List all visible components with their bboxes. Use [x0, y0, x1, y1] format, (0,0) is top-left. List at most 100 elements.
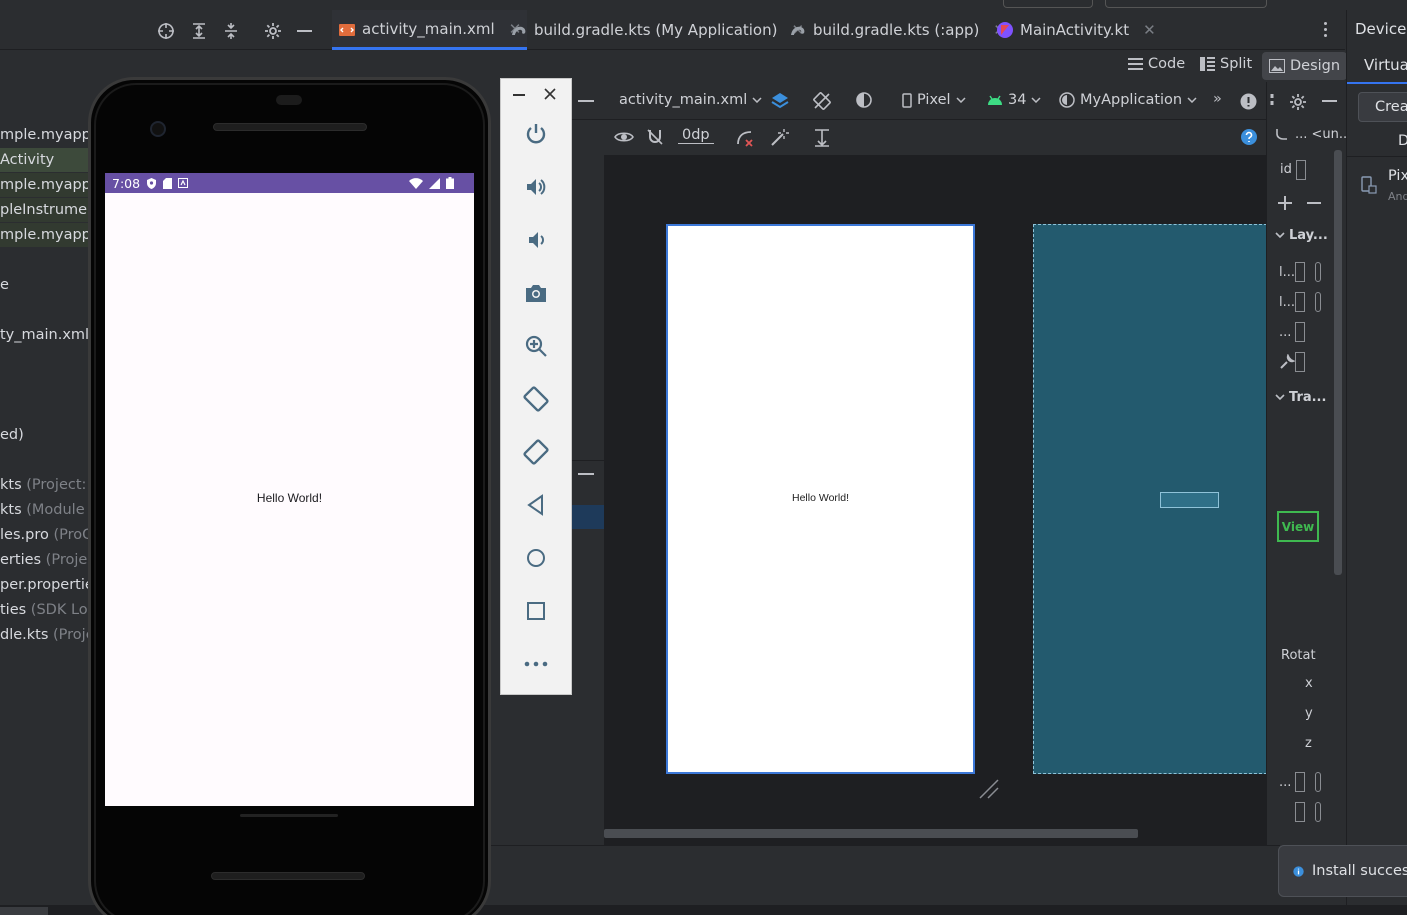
view-preview-badge[interactable]: View	[1277, 511, 1319, 542]
horizontal-scrollbar[interactable]	[604, 829, 1138, 838]
hello-world-text[interactable]: Hello World!	[105, 491, 474, 505]
attribute-field[interactable]	[1295, 262, 1305, 282]
gear-icon[interactable]	[1288, 92, 1308, 112]
id-field[interactable]	[1296, 160, 1306, 180]
rotate-right-button[interactable]	[515, 431, 557, 473]
device-dropdown-pixel[interactable]: Pixel	[902, 92, 966, 108]
project-tree-item[interactable]: kts (Project: M	[0, 473, 95, 497]
split-view-button[interactable]: Split	[1200, 56, 1252, 72]
code-view-button[interactable]: Code	[1128, 56, 1185, 72]
night-mode-icon[interactable]	[855, 91, 875, 111]
remove-attribute-icon[interactable]	[1307, 202, 1321, 204]
default-margin-dropdown[interactable]: 0dp	[678, 127, 714, 144]
emulator-minimize-icon[interactable]	[513, 94, 525, 96]
minimize-icon[interactable]	[578, 100, 594, 102]
magic-wand-icon[interactable]	[769, 128, 789, 148]
attribute-field[interactable]	[1295, 802, 1305, 822]
bottom-panel	[490, 845, 1280, 905]
project-tree-item[interactable]: ed)	[0, 423, 95, 447]
zoom-button[interactable]	[515, 325, 557, 367]
phone-time: 7:08	[112, 175, 141, 191]
layers-icon[interactable]	[770, 91, 790, 111]
create-device-button[interactable]: Creat	[1358, 92, 1407, 122]
collapse-all-icon[interactable]	[222, 22, 240, 40]
project-tree-item[interactable]: erties (Project	[0, 548, 95, 572]
attribute-toggle[interactable]	[1315, 802, 1321, 822]
transforms-section-header[interactable]: Tra...	[1275, 390, 1326, 405]
phone-icon	[902, 92, 912, 108]
attribute-toggle[interactable]	[1315, 292, 1321, 312]
help-icon[interactable]	[1240, 128, 1258, 146]
minimize-icon[interactable]	[578, 473, 594, 475]
locate-icon[interactable]	[157, 22, 175, 40]
close-icon[interactable]: ✕	[1143, 21, 1156, 39]
project-tree-item[interactable]: les.pro (ProGu	[0, 523, 95, 547]
project-tree-item[interactable]: e	[0, 273, 95, 297]
attribute-field[interactable]	[1295, 292, 1305, 312]
magnet-off-icon[interactable]	[646, 128, 664, 146]
run-config-dropdown[interactable]	[1003, 0, 1093, 8]
rotate-left-button[interactable]	[515, 378, 557, 420]
project-tree-item[interactable]: Activity	[0, 148, 95, 172]
project-tree-item[interactable]: mple.myappli	[0, 223, 95, 247]
theme-dropdown[interactable]: MyApplication	[1059, 92, 1197, 108]
overview-button[interactable]	[515, 590, 557, 632]
tab-build-gradle-app[interactable]: build.gradle.kts (:app)✕	[789, 10, 1006, 50]
back-button[interactable]	[515, 484, 557, 526]
layout-section-header[interactable]: Lay...	[1275, 228, 1328, 243]
project-tree-item[interactable]: mple.myappli	[0, 123, 95, 147]
tab-virtual[interactable]: Virtual	[1364, 56, 1407, 74]
project-tree-item[interactable]: pleInstrument	[0, 198, 95, 222]
project-tree-item[interactable]: dle.kts (Projec	[0, 623, 95, 647]
more-options-button[interactable]	[515, 643, 557, 685]
file-dropdown[interactable]: activity_main.xml	[619, 92, 762, 108]
textview-blueprint[interactable]	[1160, 492, 1219, 508]
resize-handle-icon[interactable]	[978, 778, 1000, 800]
attribute-toggle[interactable]	[1315, 262, 1321, 282]
emulator-screen[interactable]: Hello World!	[105, 173, 474, 817]
attribute-toggle[interactable]	[1315, 772, 1321, 792]
expand-all-icon[interactable]	[190, 22, 208, 40]
blueprint-preview[interactable]	[1033, 224, 1267, 774]
more-tabs-icon[interactable]	[1324, 22, 1328, 38]
hello-world-text[interactable]: Hello World!	[668, 492, 973, 504]
attribute-field[interactable]	[1295, 352, 1305, 372]
screenshot-button[interactable]	[515, 272, 557, 314]
minimize-icon[interactable]	[297, 30, 312, 32]
tab-build-gradle-project[interactable]: build.gradle.kts (My Application)✕	[510, 10, 804, 50]
attributes-scrollbar[interactable]	[1334, 150, 1342, 575]
baseline-align-icon[interactable]	[813, 128, 831, 148]
volume-down-button[interactable]	[515, 219, 557, 261]
tab-activity-main[interactable]: activity_main.xml ✕	[332, 10, 528, 50]
project-tree-item[interactable]: ty_main.xml	[0, 323, 95, 347]
power-button[interactable]	[515, 113, 557, 155]
project-tree-item[interactable]: kts (Module :	[0, 498, 95, 522]
android-icon	[988, 95, 1002, 105]
clear-constraints-icon[interactable]	[735, 128, 755, 148]
gesture-nav-bar[interactable]	[240, 814, 338, 817]
gear-icon[interactable]	[264, 22, 282, 40]
project-tree-item[interactable]: mple.myappli	[0, 173, 95, 197]
warning-icon[interactable]	[1240, 93, 1257, 110]
tab-main-activity[interactable]: MainActivity.kt ✕	[996, 10, 1156, 50]
emulator-close-icon[interactable]	[544, 88, 556, 100]
project-tree-item[interactable]: ties (SDK Loc	[0, 598, 95, 622]
more-chevron-icon[interactable]: »	[1213, 91, 1222, 107]
minimize-icon[interactable]	[1322, 100, 1337, 102]
design-preview[interactable]: Hello World!	[666, 224, 975, 774]
attribute-field[interactable]	[1295, 772, 1305, 792]
device-dropdown[interactable]	[1105, 0, 1267, 8]
api-level-dropdown[interactable]: 34	[987, 92, 1041, 108]
camera-icon	[526, 285, 546, 302]
project-tree-item[interactable]: per.propertie	[0, 573, 95, 597]
home-button[interactable]	[515, 537, 557, 579]
design-view-button[interactable]: Design	[1262, 52, 1348, 80]
device-name[interactable]: Pix	[1388, 168, 1407, 184]
attribute-field[interactable]	[1295, 322, 1305, 342]
volume-up-button[interactable]	[515, 166, 557, 208]
orientation-icon[interactable]	[812, 91, 832, 111]
eye-icon[interactable]	[614, 129, 634, 145]
install-success-toast[interactable]: Install success	[1278, 845, 1407, 897]
add-attribute-icon[interactable]	[1277, 195, 1293, 211]
wrench-icon[interactable]	[1279, 354, 1295, 370]
